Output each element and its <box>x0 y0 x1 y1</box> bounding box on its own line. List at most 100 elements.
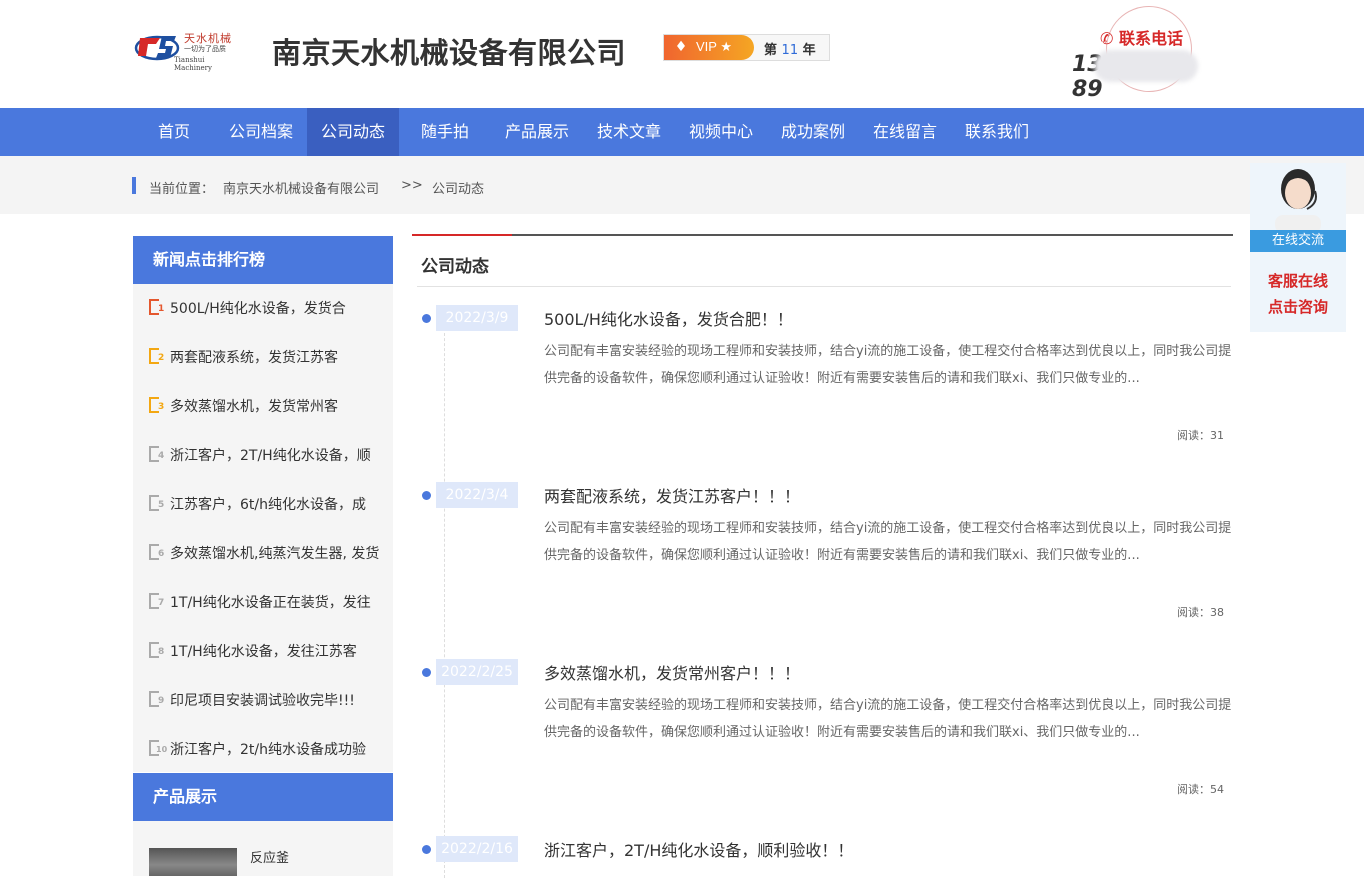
rank-badge-icon: 6 <box>149 544 167 562</box>
news-ranking-item[interactable]: 7 1T/H纯化水设备正在装货，发往 <box>133 578 393 627</box>
nav-item-snapshots[interactable]: 随手拍 <box>400 108 490 156</box>
vip-year-prefix: 第 <box>764 43 778 58</box>
nav-item-home[interactable]: 首页 <box>136 108 212 156</box>
news-ranking-item[interactable]: 8 1T/H纯化水设备，发往江苏客 <box>133 627 393 676</box>
news-ranking-title-text: 浙江客户，2t/h纯水设备成功验 <box>170 742 366 758</box>
article-item: 2022/3/9 500L/H纯化水设备，发货合肥！！ 公司配有丰富安装经验的现… <box>416 305 1236 455</box>
news-ranking-item[interactable]: 3 多效蒸馏水机，发货常州客 <box>133 382 393 431</box>
article-read-count: 阅读：31 <box>1177 429 1224 442</box>
main-nav: 首页 公司档案 公司动态 随手拍 产品展示 技术文章 视频中心 成功案例 在线留… <box>0 108 1364 156</box>
rank-badge-icon: 2 <box>149 348 167 366</box>
news-ranking-title-text: 多效蒸馏水机，发货常州客 <box>170 399 338 415</box>
diamond-icon: ♦ <box>674 39 688 55</box>
product-thumbnail[interactable] <box>149 848 237 876</box>
phone-end: 89 <box>1072 77 1103 102</box>
company-logo[interactable]: 天水机械 一切为了品质 Tianshui Machinery <box>134 26 244 72</box>
phone-redaction <box>1094 50 1198 82</box>
news-ranking-title-text: 多效蒸馏水机,纯蒸汽发生器, 发货 <box>170 546 380 562</box>
rank-badge-icon: 7 <box>149 593 167 611</box>
news-ranking-title-text: 500L/H纯化水设备，发货合 <box>170 301 346 317</box>
breadcrumb-home-link[interactable]: 南京天水机械设备有限公司 <box>223 178 379 197</box>
news-ranking-item[interactable]: 1 500L/H纯化水设备，发货合 <box>133 284 393 333</box>
rank-badge-icon: 4 <box>149 446 167 464</box>
article-date: 2022/2/16 <box>436 836 518 862</box>
nav-item-news[interactable]: 公司动态 <box>307 108 399 156</box>
service-tag: 在线交流 <box>1250 230 1346 252</box>
article-date: 2022/3/4 <box>436 482 518 508</box>
rank-badge-icon: 1 <box>149 299 167 317</box>
vip-years: 第 11 年 <box>764 39 816 58</box>
news-ranking-title-text: 两套配液系统，发货江苏客 <box>170 350 338 366</box>
article-title-link[interactable]: 500L/H纯化水设备，发货合肥！！ <box>544 306 793 330</box>
article-summary: 公司配有丰富安装经验的现场工程师和安装技师，结合yi流的施工设备，使工程交付合格… <box>544 698 1232 740</box>
nav-item-message[interactable]: 在线留言 <box>859 108 951 156</box>
article-item: 2022/3/4 两套配液系统，发货江苏客户！！！ 公司配有丰富安装经验的现场工… <box>416 482 1236 632</box>
news-ranking-item[interactable]: 5 江苏客户，6t/h纯化水设备，成 <box>133 480 393 529</box>
company-name: 南京天水机械设备有限公司 <box>272 36 627 70</box>
timeline-dot-icon <box>422 668 431 677</box>
news-ranking-item[interactable]: 4 浙江客户，2T/H纯化水设备，顺 <box>133 431 393 480</box>
vip-badge: ♦ VIP ★ 第 11 年 <box>663 34 830 61</box>
article-title-link[interactable]: 两套配液系统，发货江苏客户！！！ <box>544 483 800 507</box>
nav-item-profile[interactable]: 公司档案 <box>216 108 306 156</box>
main-top-rule-accent <box>412 234 512 236</box>
service-agent-avatar <box>1275 169 1321 233</box>
rank-badge-icon: 3 <box>149 397 167 415</box>
news-ranking-list: 1 500L/H纯化水设备，发货合 2 两套配液系统，发货江苏客 3 多效蒸馏水… <box>133 284 393 772</box>
logo-en-text: Tianshui Machinery <box>174 56 212 72</box>
service-line-2: 点击咨询 <box>1267 298 1328 316</box>
rank-badge-icon: 9 <box>149 691 167 709</box>
contact-label-text: 联系电话 <box>1118 29 1183 48</box>
news-ranking-item[interactable]: 2 两套配液系统，发货江苏客 <box>133 333 393 382</box>
news-ranking-title-text: 印尼项目安装调试验收完毕!!! <box>170 693 355 709</box>
logo-slogan: 一切为了品质 <box>184 45 226 53</box>
article-summary: 公司配有丰富安装经验的现场工程师和安装技师，结合yi流的施工设备，使工程交付合格… <box>544 344 1232 386</box>
article-item: 2022/2/25 多效蒸馏水机，发货常州客户！！！ 公司配有丰富安装经验的现场… <box>416 659 1236 809</box>
breadcrumb-marker <box>132 177 136 194</box>
contact-phone-block[interactable]: ✆ 联系电话 1389 <box>1070 6 1230 102</box>
news-ranking-title-text: 浙江客户，2T/H纯化水设备，顺 <box>170 448 371 464</box>
nav-item-articles[interactable]: 技术文章 <box>584 108 674 156</box>
nav-item-videos[interactable]: 视频中心 <box>675 108 767 156</box>
breadcrumb-separator: >> <box>401 178 423 193</box>
vip-label-pill: ♦ VIP ★ <box>664 35 754 60</box>
rank-badge-icon: 5 <box>149 495 167 513</box>
news-ranking-item[interactable]: 6 多效蒸馏水机,纯蒸汽发生器, 发货 <box>133 529 393 578</box>
main-title-divider <box>417 286 1231 287</box>
main-top-rule <box>412 234 1233 236</box>
breadcrumb-current: 公司动态 <box>432 182 485 197</box>
article-date: 2022/3/9 <box>436 305 518 331</box>
news-ranking-title-text: 1T/H纯化水设备，发往江苏客 <box>170 644 357 660</box>
news-ranking-title-text: 江苏客户，6t/h纯化水设备，成 <box>170 497 366 513</box>
news-ranking-item[interactable]: 9 印尼项目安装调试验收完毕!!! <box>133 676 393 725</box>
product-name-link[interactable]: 反应釜 <box>250 847 289 866</box>
news-ranking-item[interactable]: 10 浙江客户，2t/h纯水设备成功验 <box>133 725 393 774</box>
vip-label: VIP ★ <box>696 39 732 54</box>
products-sidebar-title: 产品展示 <box>133 773 393 821</box>
article-item: 2022/2/16 浙江客户，2T/H纯化水设备，顺利验收！！ <box>416 836 1236 876</box>
news-ranking-title: 新闻点击排行榜 <box>133 236 393 284</box>
article-date: 2022/2/25 <box>436 659 518 685</box>
contact-label: ✆ 联系电话 <box>1100 25 1183 49</box>
service-line-1: 客服在线 <box>1267 272 1328 290</box>
breadcrumb-prefix: 当前位置： <box>149 182 215 197</box>
article-read-count: 阅读：54 <box>1177 783 1224 796</box>
site-header: 天水机械 一切为了品质 Tianshui Machinery 南京天水机械设备有… <box>0 0 1364 108</box>
vip-year-suffix: 年 <box>802 43 816 58</box>
nav-item-contact[interactable]: 联系我们 <box>951 108 1043 156</box>
online-service-widget[interactable]: 在线交流 客服在线 点击咨询 <box>1250 163 1346 332</box>
nav-item-products[interactable]: 产品展示 <box>491 108 583 156</box>
article-read-count: 阅读：38 <box>1177 606 1224 619</box>
products-sidebar-list: 反应釜 <box>133 821 393 876</box>
rank-badge-icon: 10 <box>149 740 167 758</box>
phone-icon: ✆ <box>1100 29 1114 48</box>
nav-item-cases[interactable]: 成功案例 <box>767 108 859 156</box>
article-title-link[interactable]: 多效蒸馏水机，发货常州客户！！！ <box>544 660 800 684</box>
timeline-dot-icon <box>422 491 431 500</box>
timeline-dot-icon <box>422 314 431 323</box>
article-summary: 公司配有丰富安装经验的现场工程师和安装技师，结合yi流的施工设备，使工程交付合格… <box>544 521 1232 563</box>
rank-badge-icon: 8 <box>149 642 167 660</box>
article-title-link[interactable]: 浙江客户，2T/H纯化水设备，顺利验收！！ <box>544 837 853 861</box>
vip-year-number: 11 <box>781 43 799 58</box>
timeline-dot-icon <box>422 845 431 854</box>
